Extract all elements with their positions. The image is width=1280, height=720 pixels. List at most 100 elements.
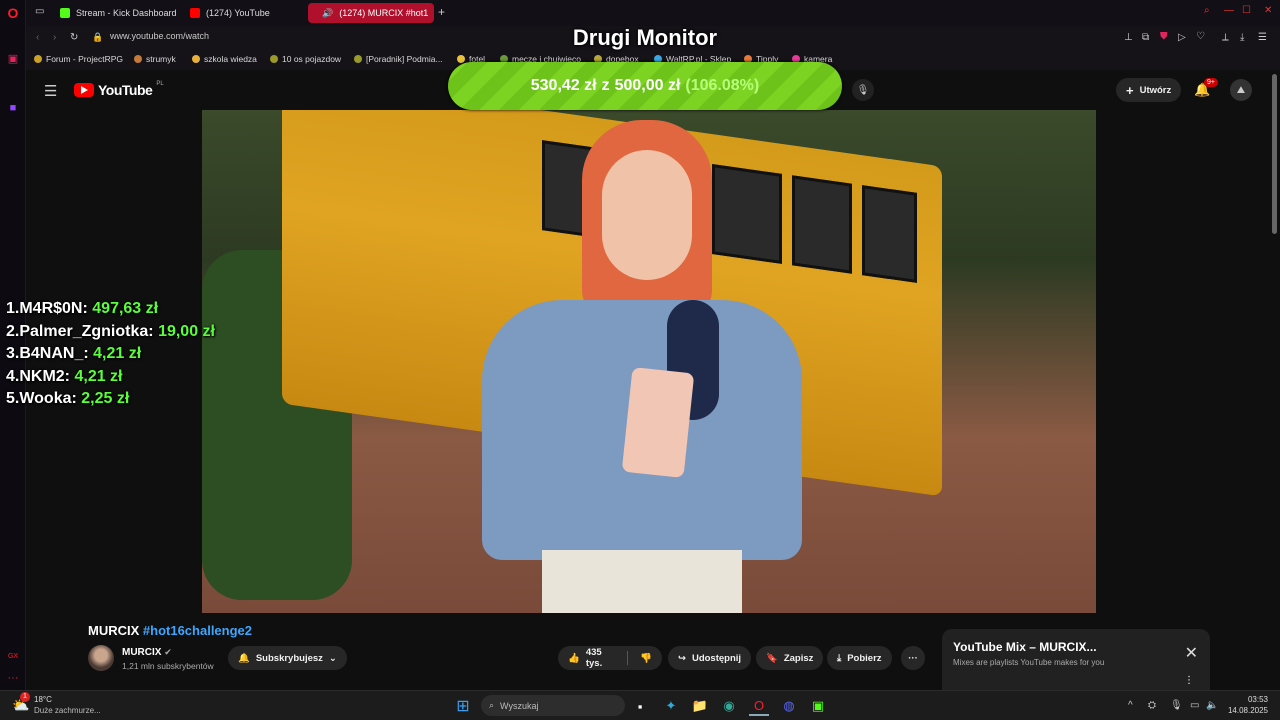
more-icon[interactable]: ··· <box>5 670 21 686</box>
tray-chevron-icon[interactable]: ^ <box>1128 700 1133 711</box>
goal-current: 530,42 zł <box>530 77 597 94</box>
snapshot-icon[interactable]: ⧉ <box>1142 32 1149 43</box>
menu-icon[interactable]: ☰ <box>1258 32 1267 43</box>
bookmark-item[interactable]: szkola wiedza <box>192 54 257 64</box>
share-button[interactable]: ↪ Udostępnij <box>668 646 752 670</box>
copilot-icon[interactable]: ✦ <box>661 696 681 716</box>
reload-icon[interactable]: ↻ <box>70 32 78 43</box>
shield-icon[interactable]: ⛊ <box>1160 31 1168 42</box>
bookmark-item[interactable]: 10 os pojazdow <box>270 54 341 64</box>
bookmark-icon <box>134 55 142 63</box>
lock-icon: 🔒 <box>92 32 104 42</box>
scrollbar-thumb[interactable] <box>1272 74 1277 234</box>
donation-goal-bar: 530,42 zł z 500,00 zł (106.08%) <box>448 62 842 110</box>
chrome-icon[interactable]: ◉ <box>719 696 739 716</box>
save-button[interactable]: 🔖 Zapisz <box>756 646 824 670</box>
discord-icon[interactable]: ◍ <box>779 696 799 716</box>
notification-badge: 9+ <box>1204 78 1218 87</box>
display-icon[interactable]: ▭ <box>1190 700 1199 711</box>
forward-icon[interactable]: › <box>53 32 56 43</box>
opera-gx-icon[interactable]: O <box>749 696 769 716</box>
download-icon: ⤓ <box>837 652 842 664</box>
tab-label: (1274) YouTube <box>206 8 270 18</box>
avatar[interactable]: ⛰ <box>1230 79 1252 101</box>
bookmark-item[interactable]: strumyk <box>134 54 176 64</box>
close-icon[interactable]: ✕ <box>1185 643 1198 663</box>
file-explorer-icon[interactable]: 📁 <box>690 696 710 716</box>
url-field[interactable]: www.youtube.com/watch <box>110 31 209 41</box>
youtube-mix-card[interactable]: YouTube Mix – MURCIX... Mixes are playli… <box>942 629 1210 691</box>
volume-icon[interactable]: 🔈 <box>1206 700 1218 711</box>
extension-icon[interactable]: ⟂ <box>1222 32 1229 43</box>
donation-leaderboard: 1.M4R$0N: 497,63 zł 2.Palmer_Zgniotka: 1… <box>6 298 215 411</box>
task-view-icon[interactable]: ▪ <box>630 696 650 716</box>
taskbar-search[interactable]: ⌕ Wyszukaj <box>481 695 625 716</box>
tab-youtube[interactable]: (1274) YouTube <box>182 3 278 23</box>
play-icon[interactable]: ▷ <box>1178 32 1186 43</box>
page-scrollbar[interactable] <box>1270 72 1278 690</box>
weather-temp: 18°C <box>34 695 52 704</box>
hashtag-link[interactable]: #hot16challenge2 <box>143 623 252 638</box>
youtube-play-icon <box>74 83 94 97</box>
video-title: MURCIX #hot16challenge2 <box>88 623 253 638</box>
more-vertical-icon[interactable]: ⋮ <box>1184 675 1194 686</box>
bookmark-item[interactable]: Forum - ProjectRPG <box>34 54 123 64</box>
maximize-icon[interactable]: ☐ <box>1242 5 1251 16</box>
leaderboard-row: 2.Palmer_Zgniotka: 19,00 zł <box>6 322 215 340</box>
opera-logo-icon[interactable]: O <box>5 5 21 21</box>
like-button[interactable]: 👍 435 tys. <box>568 647 615 669</box>
widget-badge: 1 <box>20 692 30 702</box>
twitch-icon[interactable]: ■ <box>5 100 21 116</box>
clock-time[interactable]: 03:53 <box>1248 695 1268 704</box>
microphone-icon[interactable]: 🎙 <box>852 79 874 101</box>
tab-label: (1274) MURCIX #hot1 <box>339 8 429 18</box>
search-tabs-icon[interactable]: ⌕ <box>1204 5 1210 16</box>
chevron-down-icon: ⌄ <box>328 652 337 664</box>
clock-date[interactable]: 14.08.2025 <box>1228 706 1268 715</box>
windows-start-icon[interactable]: ⊞ <box>453 696 473 716</box>
youtube-logo[interactable]: YouTube PL <box>74 81 164 98</box>
subscribe-button[interactable]: 🔔 Subskrybujesz ⌄ <box>228 646 347 670</box>
bookmark-icon <box>192 55 200 63</box>
like-dislike-group: 👍 435 tys. 👎 <box>558 646 662 670</box>
download-icon[interactable]: ⤓ <box>1240 32 1244 43</box>
tab-kick-dashboard[interactable]: Stream - Kick Dashboard <box>52 3 185 23</box>
leaderboard-row: 3.B4NAN_: 4,21 zł <box>6 345 142 362</box>
bookmark-item[interactable]: [Poradnik] Podmia... <box>354 54 443 64</box>
plus-icon: + <box>1126 82 1134 98</box>
download-button[interactable]: ⤓ Pobierz <box>827 646 892 670</box>
minimize-icon[interactable]: — <box>1224 5 1234 16</box>
close-window-icon[interactable]: ✕ <box>1264 5 1272 16</box>
create-button[interactable]: + Utwórz <box>1116 78 1182 102</box>
tab-bar: ▭ Stream - Kick Dashboard (1274) YouTube… <box>26 0 1280 26</box>
network-icon[interactable]: ⛭ <box>1148 700 1156 711</box>
bell-icon: 🔔 <box>238 652 250 664</box>
kick-icon <box>60 8 70 18</box>
channel-name[interactable]: MURCIX ✔ <box>122 647 172 658</box>
back-icon[interactable]: ‹ <box>36 32 39 43</box>
bookmark-icon <box>270 55 278 63</box>
gx-icon[interactable]: GX <box>5 648 21 664</box>
mix-subtitle: Mixes are playlists YouTube makes for yo… <box>953 658 1105 667</box>
leaderboard-row: 4.NKM2: 4,21 zł <box>6 367 123 385</box>
kick-app-icon[interactable]: ▣ <box>808 696 828 716</box>
hamburger-menu-icon[interactable]: ☰ <box>44 82 57 100</box>
bookmark-icon: 🔖 <box>766 652 778 664</box>
dislike-button[interactable]: 👎 <box>640 653 652 664</box>
tab-list-icon[interactable]: ▭ <box>35 6 44 17</box>
new-tab-icon[interactable]: + <box>438 5 445 19</box>
search-icon: ⌕ <box>489 700 495 710</box>
channel-avatar[interactable] <box>88 645 114 671</box>
share-icon: ↪ <box>678 652 686 664</box>
heart-icon[interactable]: ♡ <box>1196 31 1205 42</box>
weather-description: Duże zachmurze... <box>34 706 101 715</box>
tab-murcix-active[interactable]: 🔊 (1274) MURCIX #hot1 <box>308 3 434 23</box>
microphone-tray-icon[interactable]: 🎙 <box>1170 700 1183 711</box>
bookmark-icon <box>34 55 42 63</box>
more-actions-button[interactable]: ··· <box>901 646 925 670</box>
speaker-icon[interactable]: 🔊 <box>322 8 333 19</box>
pin-icon[interactable]: ⊥ <box>1124 32 1133 43</box>
shopping-bag-icon[interactable]: ▣ <box>5 50 21 66</box>
video-player[interactable] <box>202 110 1096 613</box>
goal-percent: (106.08%) <box>685 77 760 94</box>
